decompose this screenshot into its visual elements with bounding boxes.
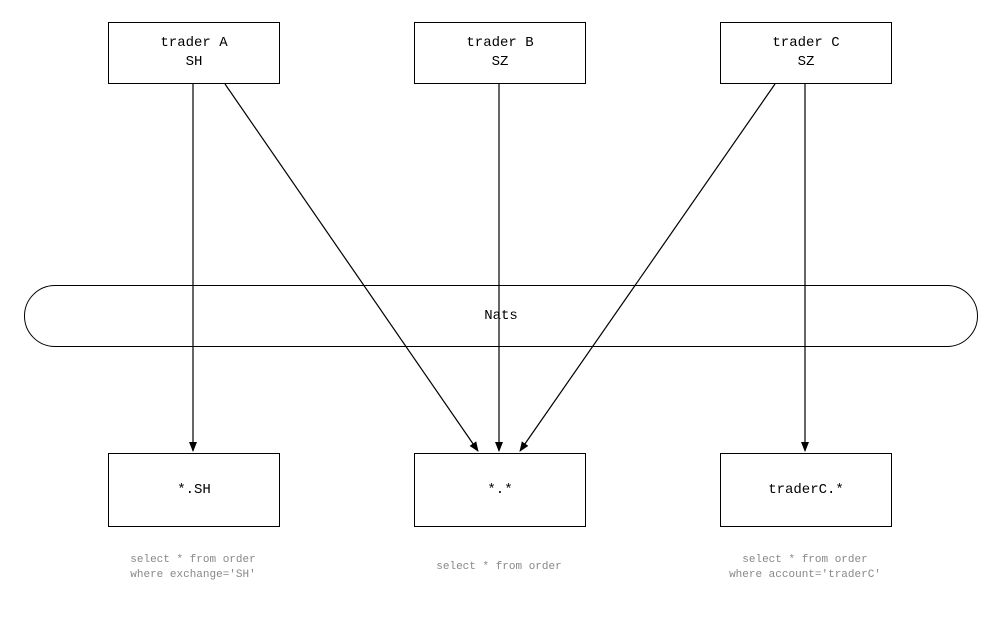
node-trader-b: trader B SZ — [414, 22, 586, 84]
node-trader-c-label-2: SZ — [798, 53, 815, 72]
bus-label: Nats — [484, 308, 518, 324]
caption-sub-all: select * from order — [414, 560, 584, 575]
node-trader-a-label-2: SH — [186, 53, 203, 72]
node-sub-sh-label: *.SH — [177, 481, 211, 500]
node-sub-sh: *.SH — [108, 453, 280, 527]
node-trader-c-label-1: trader C — [772, 34, 839, 53]
caption-sub-c: select * from order where account='trade… — [720, 553, 890, 583]
caption-sub-sh: select * from order where exchange='SH' — [108, 553, 278, 583]
node-sub-all: *.* — [414, 453, 586, 527]
node-trader-a-label-1: trader A — [160, 34, 227, 53]
node-trader-c: trader C SZ — [720, 22, 892, 84]
node-trader-b-label-1: trader B — [466, 34, 533, 53]
bus-nats: Nats — [24, 285, 978, 347]
node-sub-all-label: *.* — [487, 481, 512, 500]
node-trader-a: trader A SH — [108, 22, 280, 84]
node-trader-b-label-2: SZ — [492, 53, 509, 72]
node-sub-c: traderC.* — [720, 453, 892, 527]
node-sub-c-label: traderC.* — [768, 481, 844, 500]
